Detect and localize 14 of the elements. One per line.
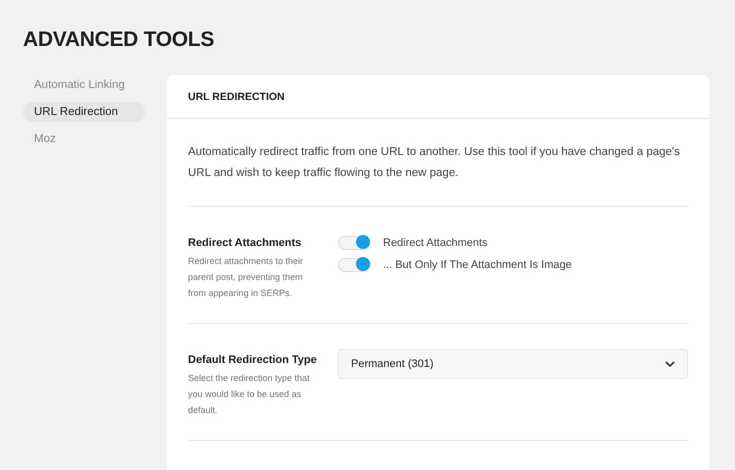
toggle-switch[interactable] [338, 236, 370, 250]
sidebar-item[interactable]: URL Redirection [23, 102, 145, 122]
redirection-type-dropdown[interactable]: Permanent (301) [338, 349, 688, 379]
page-title: ADVANCED TOOLS [23, 28, 216, 52]
chevron-down-icon [665, 361, 675, 367]
setting-help-text: Redirect attachments to their parent post, preventing them from appearing in SERPs. [188, 255, 304, 300]
toggle-label: ... But Only If The Attachment Is Image [383, 259, 572, 271]
setting-label: Redirect Attachments [188, 237, 302, 249]
setting-help-text: Select the redirection type that you would like to be used as default. [188, 372, 311, 417]
panel-title: URL REDIRECTION [188, 90, 285, 102]
setting-label: Default Redirection Type [188, 354, 318, 366]
toggle-label: Redirect Attachments [383, 237, 488, 249]
toggle-switch[interactable] [338, 258, 370, 272]
description-text: Automatically redirect traffic from one URL to another. Use this tool if you have changed a page's URL and wish to keep traffic flowing to the new page. [188, 119, 688, 207]
